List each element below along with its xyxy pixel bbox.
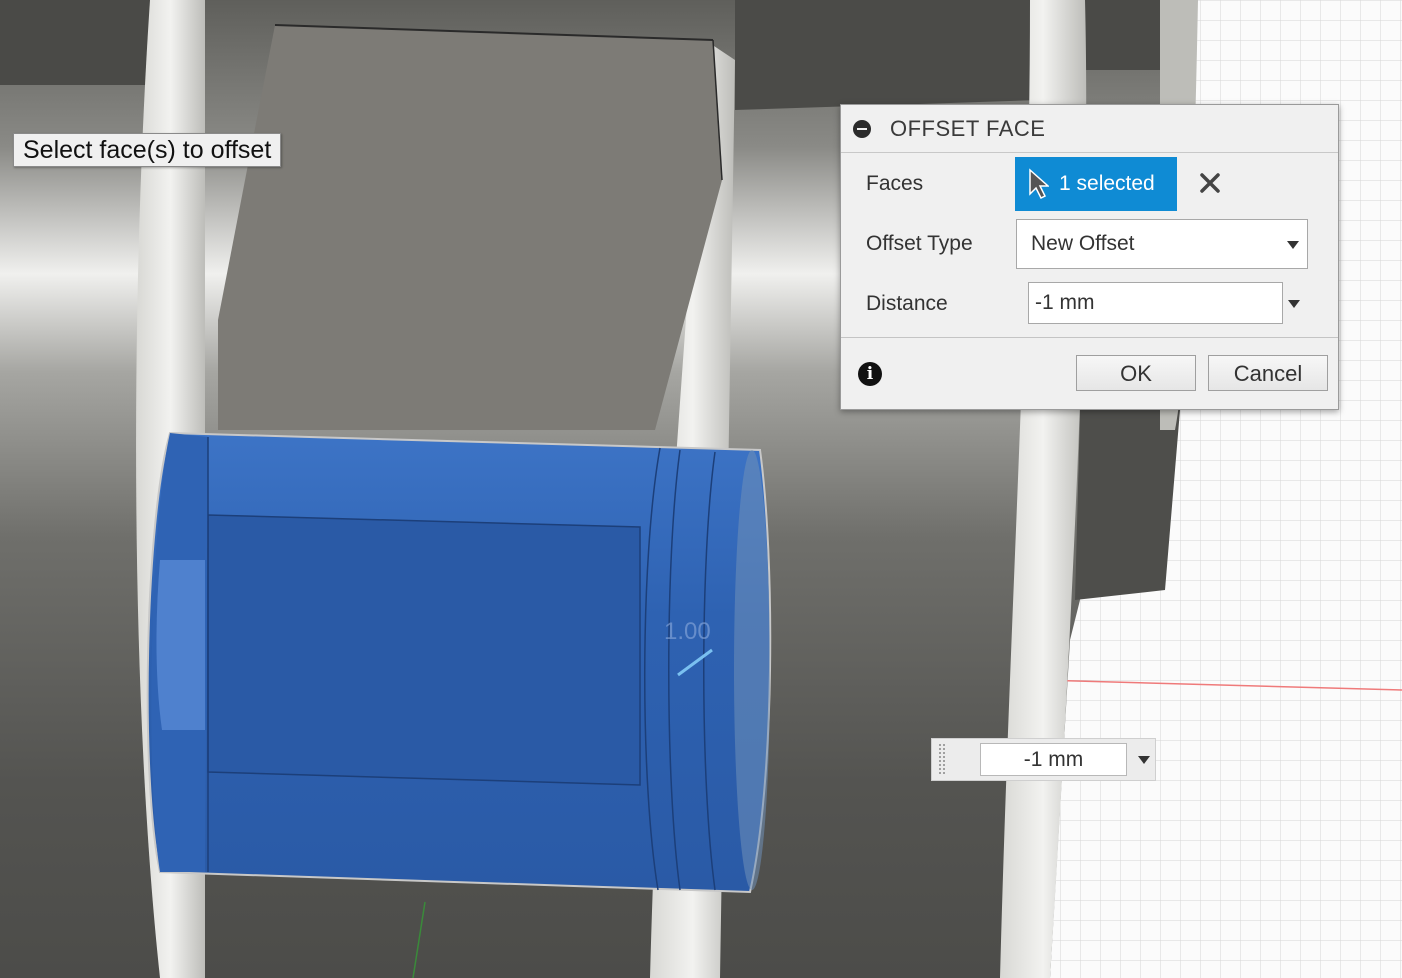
cancel-button[interactable]: Cancel [1208,355,1328,391]
selection-prompt: Select face(s) to offset [13,133,282,167]
dialog-divider [841,337,1338,338]
inline-distance-input: -1 mm [931,738,1156,781]
dark-block-top [0,0,150,85]
key-block [218,25,722,430]
dialog-header: OFFSET FACE [841,105,1338,153]
distance-value: -1 mm [1035,291,1095,314]
offset-type-label: Offset Type [866,232,973,255]
offset-type-value: New Offset [1031,232,1135,255]
distance-dropdown-caret-icon[interactable] [1288,300,1300,308]
info-icon[interactable]: i [858,362,882,386]
offset-face-dialog: OFFSET FACE Faces 1 selected Offset Type… [840,104,1339,410]
distance-label: Distance [866,292,948,315]
inline-distance-field[interactable]: -1 mm [980,743,1127,776]
clear-x-icon[interactable] [1196,169,1224,197]
cursor-icon [1029,168,1049,200]
dark-block-right [1085,0,1170,70]
grip-icon[interactable] [938,743,946,776]
offset-type-select[interactable]: New Offset [1016,219,1308,269]
dialog-title: OFFSET FACE [890,115,1046,141]
faces-selection-count: 1 selected [1059,172,1155,195]
collapse-icon[interactable] [853,119,871,138]
faces-label: Faces [866,172,924,195]
ok-button[interactable]: OK [1076,355,1196,391]
selected-face[interactable] [146,431,772,894]
dropdown-caret-icon [1287,241,1299,249]
dimension-label: 1.00 [664,618,711,645]
dark-block-top-right [735,0,1040,110]
dark-block-right-lower [1075,410,1180,600]
inline-dropdown-caret-icon[interactable] [1138,756,1150,764]
distance-input[interactable]: -1 mm [1028,282,1283,324]
faces-selection-button[interactable]: 1 selected [1015,157,1177,211]
